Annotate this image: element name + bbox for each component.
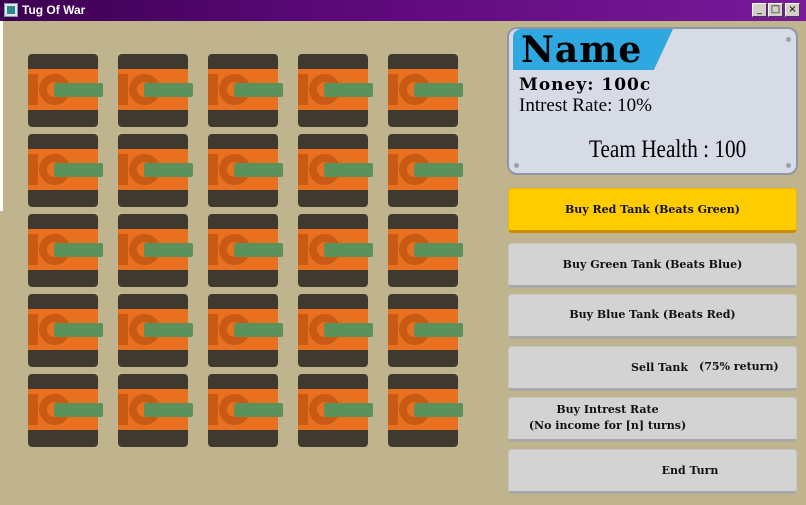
- buy-interest-label: Buy Intrest Rate: [556, 403, 659, 416]
- tank-icon[interactable]: [298, 294, 373, 367]
- title-bar: Tug Of War _ □ ×: [0, 0, 806, 21]
- sell-tank-button[interactable]: Sell Tank (75% return): [508, 346, 797, 391]
- sell-return-label: (75% return): [699, 360, 779, 373]
- end-turn-label: End Turn: [661, 464, 719, 477]
- interest-rate-label: Intrest Rate: 10%: [519, 95, 652, 116]
- buy-interest-rate-button[interactable]: Buy Intrest Rate (No income for [n] turn…: [508, 397, 797, 442]
- tank-icon[interactable]: [208, 54, 283, 127]
- tank-icon[interactable]: [388, 214, 463, 287]
- tank-icon[interactable]: [388, 134, 463, 207]
- tank-icon[interactable]: [28, 214, 103, 287]
- tank-icon[interactable]: [388, 54, 463, 127]
- tank-icon[interactable]: [298, 54, 373, 127]
- tank-icon[interactable]: [118, 54, 193, 127]
- tank-icon[interactable]: [298, 214, 373, 287]
- tank-icon[interactable]: [298, 374, 373, 447]
- tank-icon[interactable]: [208, 214, 283, 287]
- tank-icon[interactable]: [388, 294, 463, 367]
- end-turn-button[interactable]: End Turn: [508, 449, 797, 494]
- app-icon: [4, 3, 18, 17]
- window-title: Tug Of War: [22, 3, 86, 17]
- tank-icon[interactable]: [118, 294, 193, 367]
- tank-icon[interactable]: [28, 294, 103, 367]
- buy-green-tank-label: Buy Green Tank (Beats Blue): [562, 258, 743, 271]
- tank-icon[interactable]: [118, 214, 193, 287]
- buy-red-tank-button[interactable]: Buy Red Tank (Beats Green): [508, 188, 797, 233]
- screw-icon: [786, 163, 791, 168]
- tank-icon[interactable]: [28, 374, 103, 447]
- player-name: Name: [521, 29, 643, 71]
- screw-icon: [786, 37, 791, 42]
- left-border: [0, 21, 3, 211]
- game-window: Tug Of War _ □ × Name Money: 100c Intres…: [0, 0, 806, 505]
- buy-blue-tank-label: Buy Blue Tank (Beats Red): [569, 308, 736, 321]
- buy-green-tank-button[interactable]: Buy Green Tank (Beats Blue): [508, 243, 797, 288]
- tank-icon[interactable]: [298, 134, 373, 207]
- tank-icon[interactable]: [208, 134, 283, 207]
- tank-icon[interactable]: [118, 374, 193, 447]
- maximize-icon[interactable]: □: [768, 3, 783, 17]
- interest-note-label: (No income for [n] turns): [528, 419, 687, 432]
- close-icon[interactable]: ×: [785, 3, 800, 17]
- sell-tank-label: Sell Tank: [631, 361, 689, 374]
- player-card: Name Money: 100c Intrest Rate: 10% Team …: [507, 27, 798, 175]
- tank-icon[interactable]: [208, 374, 283, 447]
- screw-icon: [514, 163, 519, 168]
- buy-blue-tank-button[interactable]: Buy Blue Tank (Beats Red): [508, 294, 797, 339]
- tank-icon[interactable]: [208, 294, 283, 367]
- tank-icon[interactable]: [28, 134, 103, 207]
- tank-icon[interactable]: [118, 134, 193, 207]
- team-health-label: Team Health : 100: [589, 136, 747, 163]
- tank-icon[interactable]: [28, 54, 103, 127]
- buy-red-tank-label: Buy Red Tank (Beats Green): [564, 203, 740, 216]
- minimize-icon[interactable]: _: [752, 3, 767, 17]
- money-label: Money: 100c: [519, 75, 652, 95]
